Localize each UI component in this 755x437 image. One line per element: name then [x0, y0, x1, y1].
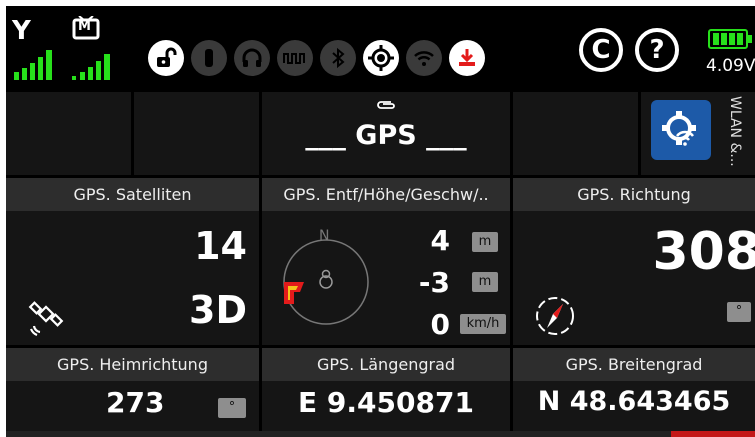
direction-value: 308: [652, 222, 755, 282]
vibration-icon[interactable]: [191, 40, 227, 76]
unlocked-icon[interactable]: [148, 40, 184, 76]
active-tab-indicator: [671, 431, 755, 437]
empty-slot-3[interactable]: [513, 92, 638, 175]
download-icon[interactable]: [449, 40, 485, 76]
wifi-icon[interactable]: [406, 40, 442, 76]
direction-widget[interactable]: GPS. Richtung 308 °: [513, 178, 755, 345]
wlan-app-icon[interactable]: [651, 100, 711, 160]
compass-north-label: N: [319, 228, 330, 244]
distance-value: 4: [430, 224, 450, 257]
speed-unit: km/h: [460, 314, 506, 334]
home-direction-widget[interactable]: GPS. Heimrichtung 273 °: [6, 348, 259, 431]
wlan-app-cell[interactable]: WLAN &...: [641, 92, 755, 175]
speed-value: 0: [430, 308, 450, 341]
longitude-header: GPS. Längengrad: [262, 348, 510, 381]
longitude-value: E 9.450871: [298, 386, 474, 419]
wifi-settings-icon: [662, 111, 696, 146]
empty-slot-2[interactable]: [134, 92, 259, 175]
reset-icon[interactable]: C: [579, 28, 623, 72]
altitude-value: -3: [418, 266, 450, 299]
home-direction-value: 273: [106, 386, 165, 419]
battery-voltage: 4.09V: [706, 56, 755, 76]
bluetooth-icon[interactable]: [320, 40, 356, 76]
gps-target-icon[interactable]: [363, 40, 399, 76]
sound-wave-icon[interactable]: [277, 40, 313, 76]
home-direction-unit: °: [218, 398, 246, 418]
distance-header: GPS. Entf/Höhe/Geschw/..: [262, 178, 510, 211]
reset-glyph: C: [591, 35, 611, 65]
latitude-header: GPS. Breitengrad: [513, 348, 755, 381]
direction-header: GPS. Richtung: [513, 178, 755, 211]
latitude-widget[interactable]: GPS. Breitengrad N 48.643465: [513, 348, 755, 431]
status-bar: Y M C ? 4.09V: [6, 6, 755, 90]
wlan-side-label: WLAN &...: [727, 96, 743, 167]
transmitter-screen: Y M C ? 4.09V ___ GPS ___ WLAN &... GPS.…: [6, 6, 755, 437]
bottom-tab-strip: [6, 431, 755, 437]
headphones-icon[interactable]: [234, 40, 270, 76]
longitude-widget[interactable]: GPS. Längengrad E 9.450871: [262, 348, 510, 431]
satellite-count: 14: [194, 224, 247, 268]
latitude-value: N 48.643465: [537, 386, 731, 417]
tx-signal-bars-icon: [14, 50, 52, 80]
empty-slot-1[interactable]: [6, 92, 131, 175]
altitude-unit: m: [472, 272, 498, 292]
gps-fix-type: 3D: [189, 288, 247, 332]
battery-indicator: 4.09V: [706, 28, 755, 78]
page-title: ___ GPS ___: [305, 120, 467, 151]
satellite-icon: [28, 301, 64, 336]
satellites-widget[interactable]: GPS. Satelliten 14 3D: [6, 178, 259, 345]
compass-icon: [536, 297, 574, 335]
battery-icon: [708, 29, 752, 49]
distance-unit: m: [472, 232, 498, 252]
home-position-icon: [284, 282, 304, 304]
satellites-header: GPS. Satelliten: [6, 178, 259, 211]
help-icon[interactable]: ?: [635, 28, 679, 72]
tv-icon: M: [78, 19, 91, 34]
distance-altitude-speed-widget[interactable]: GPS. Entf/Höhe/Geschw/.. N 4 m -3 m 0 km…: [262, 178, 510, 345]
page-title-cell[interactable]: ___ GPS ___: [262, 92, 510, 175]
home-direction-header: GPS. Heimrichtung: [6, 348, 259, 381]
paperclip-icon: [377, 101, 395, 109]
help-glyph: ?: [649, 35, 665, 65]
direction-unit: °: [727, 302, 751, 322]
